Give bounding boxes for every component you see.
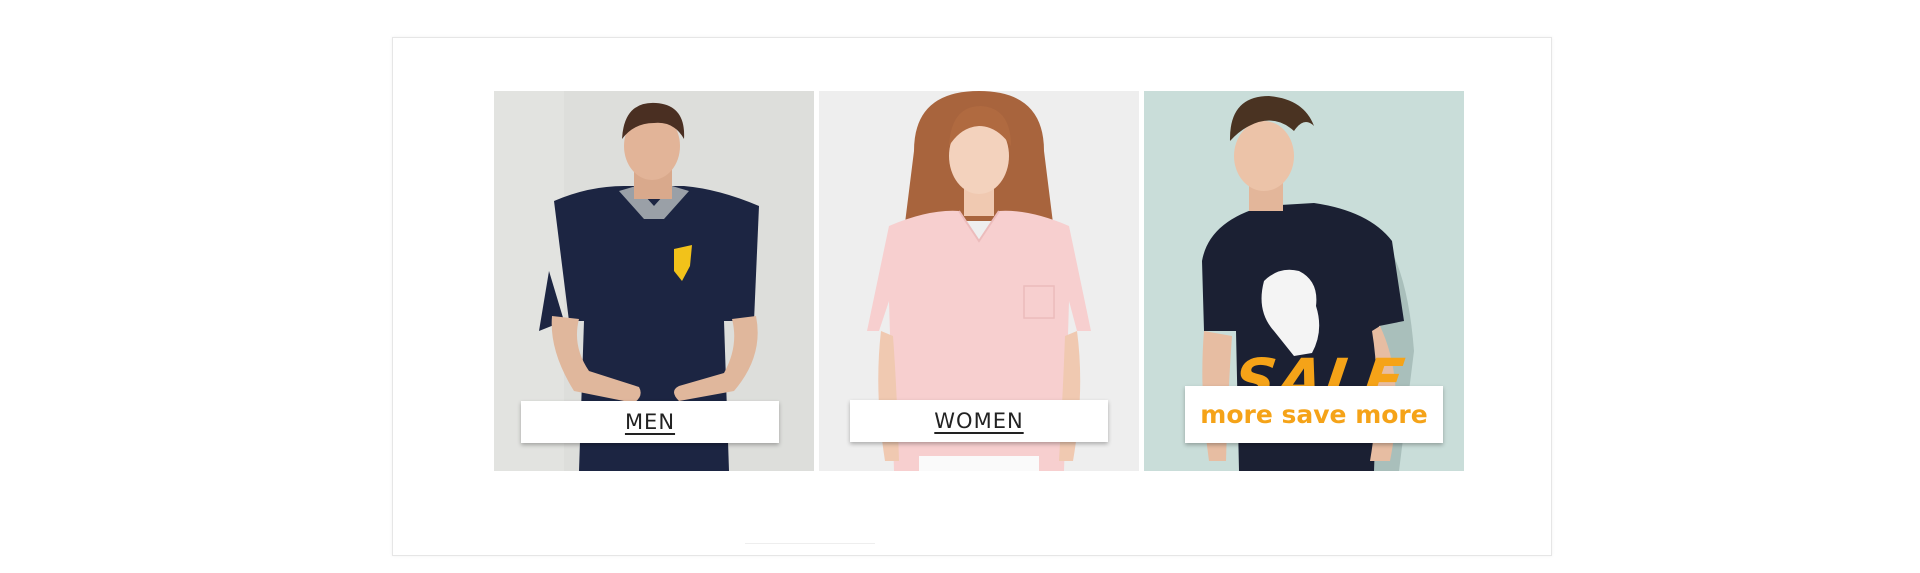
women-label[interactable]: WOMEN: [934, 409, 1023, 433]
sale-label-box[interactable]: more save more: [1185, 386, 1443, 443]
section-divider: [745, 543, 875, 544]
category-tile-men[interactable]: MEN: [494, 91, 814, 471]
women-label-box[interactable]: WOMEN: [850, 400, 1108, 442]
men-label-box[interactable]: MEN: [521, 401, 779, 443]
sale-subtitle[interactable]: more save more: [1200, 400, 1427, 429]
sale-tile[interactable]: SALE more save more: [1144, 91, 1464, 471]
category-tile-women[interactable]: WOMEN: [819, 91, 1139, 471]
men-label[interactable]: MEN: [625, 410, 675, 434]
